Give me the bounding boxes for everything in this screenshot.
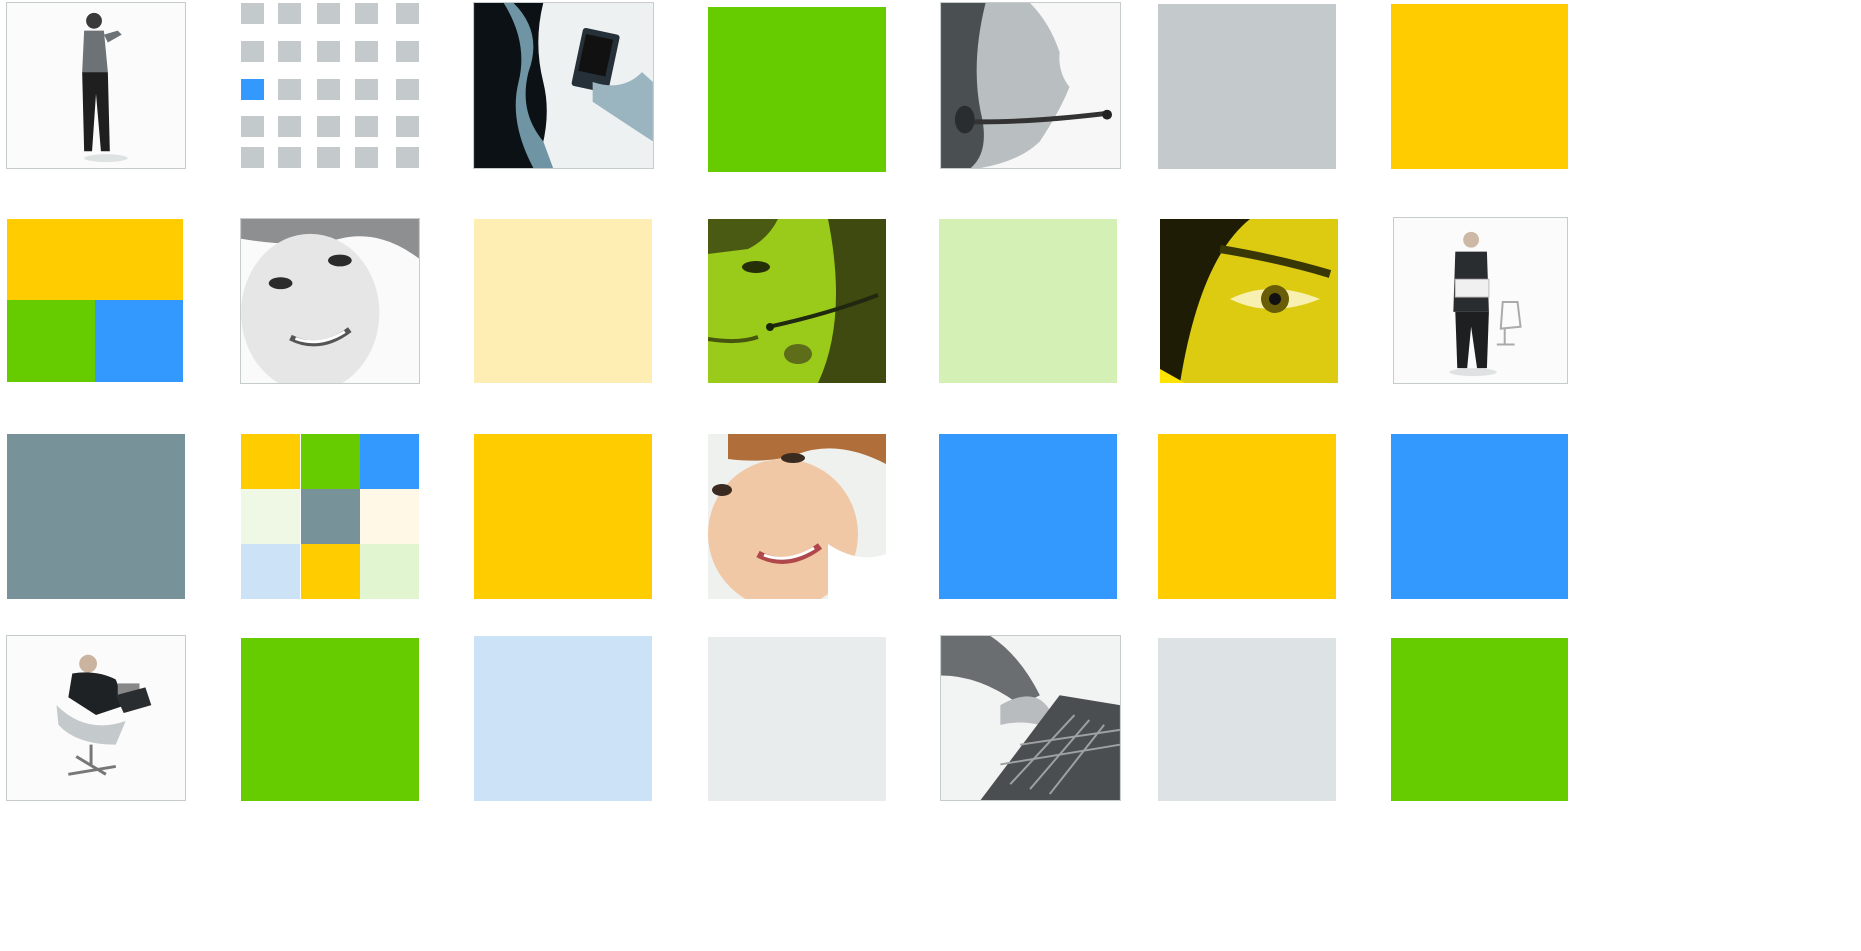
tile-light-gray: [1158, 4, 1336, 169]
dot-grid-square: [241, 147, 264, 168]
tile-green: [241, 638, 419, 801]
dot-grid-square: [317, 3, 340, 24]
mosaic-cell: [241, 489, 300, 544]
dot-grid-square: [278, 147, 301, 168]
mosaic-cell: [241, 434, 300, 489]
dot-grid-square: [396, 147, 419, 168]
dot-grid-square: [355, 3, 378, 24]
dot-grid-tile: [241, 3, 419, 168]
tile-yellow: [1391, 4, 1568, 169]
tile-three-color-block: [7, 219, 183, 382]
dot-grid-square: [396, 116, 419, 137]
dot-grid-square: [278, 3, 301, 24]
photo-smiling-woman-color: [708, 434, 886, 599]
mosaic-cell: [360, 434, 419, 489]
quad-blue-panel: [95, 300, 183, 382]
tile-green: [708, 7, 886, 172]
tile-color-mosaic: [241, 434, 419, 599]
dot-grid-square: [355, 79, 378, 100]
quad-yellow-panel: [7, 219, 183, 300]
tile-yellow: [474, 434, 652, 599]
dot-grid-square: [355, 116, 378, 137]
dot-grid-square: [317, 116, 340, 137]
dot-grid-square: [317, 147, 340, 168]
dot-grid-square: [396, 79, 419, 100]
tile-slate: [7, 434, 185, 599]
photo-man-in-office-chair: [6, 635, 186, 801]
photo-businessman-laptop: [1393, 217, 1568, 384]
tile-blue: [1391, 434, 1568, 599]
mosaic-cell: [360, 489, 419, 544]
tile-mist: [1158, 638, 1336, 801]
dot-grid-square: [241, 41, 264, 62]
dot-grid-square: [241, 116, 264, 137]
tile-yellow: [1158, 434, 1336, 599]
dot-grid-square: [317, 79, 340, 100]
mosaic-cell: [300, 489, 360, 544]
tile-pale-green: [939, 219, 1117, 383]
dot-grid-square: [396, 41, 419, 62]
photo-smiling-woman-bw: [240, 218, 420, 384]
photo-eye-yellow: [1160, 219, 1338, 383]
dot-grid-square: [396, 3, 419, 24]
photo-man-headset-green: [708, 219, 886, 383]
photo-headset-profile: [940, 2, 1121, 169]
tile-pale-gray: [708, 637, 886, 801]
dot-grid-square: [278, 79, 301, 100]
mosaic-cell: [300, 434, 360, 489]
dot-grid-square-highlighted: [241, 79, 264, 100]
dot-grid-square: [241, 3, 264, 24]
mosaic-cell: [360, 544, 419, 599]
dot-grid-square: [278, 116, 301, 137]
photo-hand-on-keyboard: [940, 635, 1121, 801]
dot-grid-square: [355, 41, 378, 62]
quad-green-panel: [7, 300, 95, 382]
mosaic-cell: [300, 544, 360, 599]
tile-blue: [939, 434, 1117, 599]
dot-grid-square: [278, 41, 301, 62]
dot-grid-square: [317, 41, 340, 62]
tile-cream: [474, 219, 652, 383]
dot-grid-square: [355, 147, 378, 168]
mosaic-cell: [241, 544, 300, 599]
photo-woman-pointing: [6, 2, 186, 169]
tile-pale-blue: [474, 636, 652, 801]
tile-green: [1391, 638, 1568, 801]
photo-ear-and-device: [473, 2, 654, 169]
